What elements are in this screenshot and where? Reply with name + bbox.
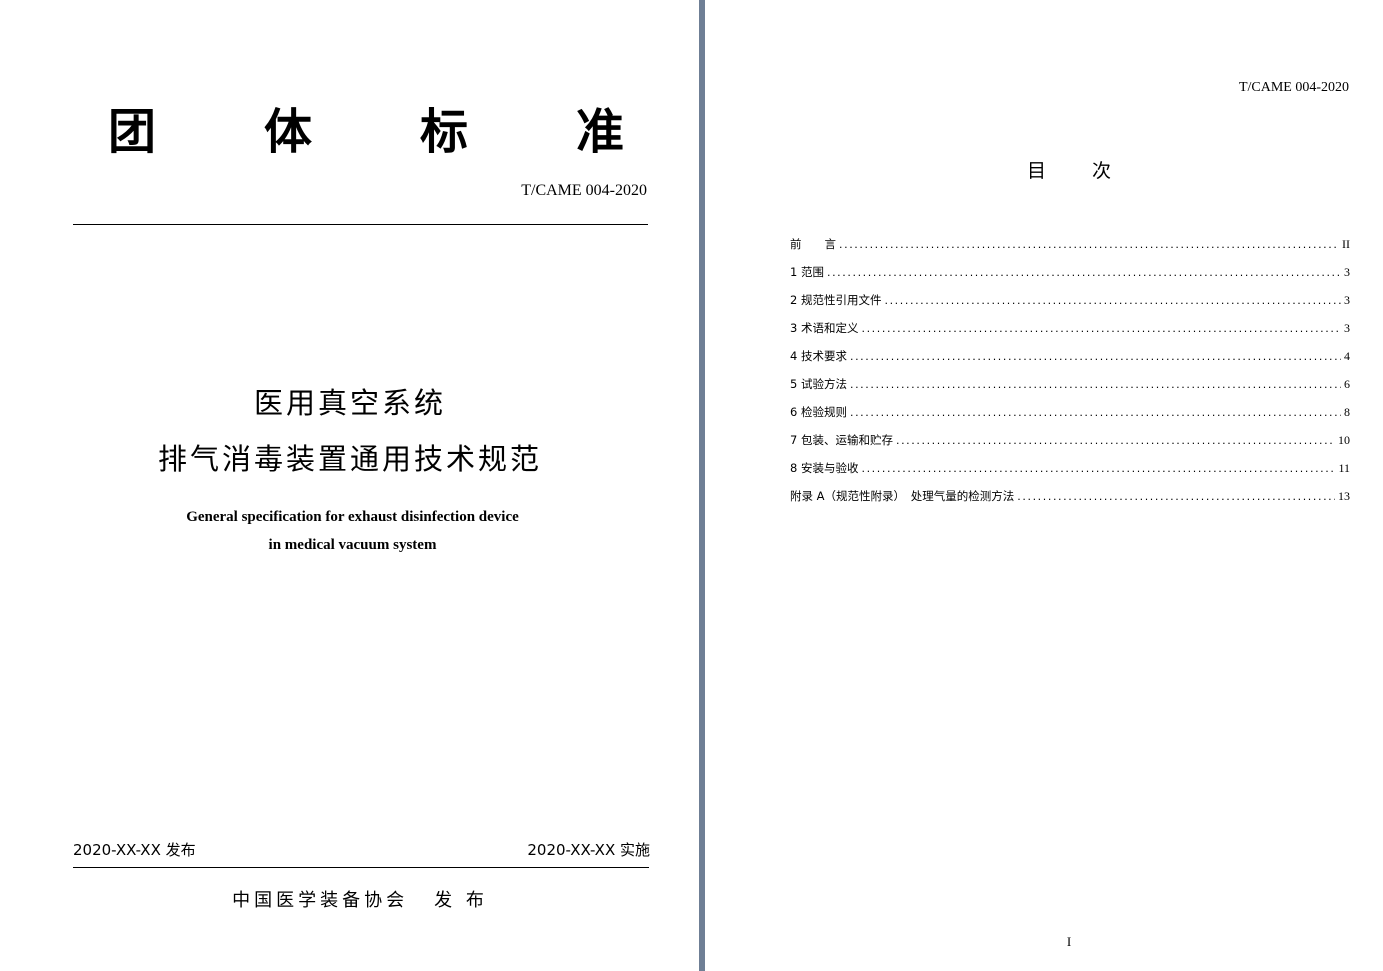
title-char: 团	[107, 104, 156, 160]
title-char: 准	[575, 104, 624, 160]
toc-entry-label: 3 术语和定义	[790, 321, 859, 335]
toc-leader-dots: ........................................…	[839, 238, 1339, 251]
toc-leader-dots: ........................................…	[826, 266, 1341, 279]
publisher-action: 发 布	[434, 890, 488, 911]
toc-entry-inspection-rules[interactable]: 6 检验规则 .................................…	[790, 402, 1350, 430]
toc-entry-label: 前 言	[790, 237, 836, 251]
chinese-title-line-1: 医用真空系统	[253, 386, 446, 420]
toc-leader-dots: ........................................…	[895, 434, 1335, 447]
toc-title: 目次	[705, 156, 1383, 183]
toc-entry-installation[interactable]: 8 安装与验收 ................................…	[790, 458, 1350, 486]
toc-entry-page: 3	[1344, 321, 1350, 335]
page-number: I	[1066, 934, 1072, 949]
bottom-divider	[73, 867, 649, 868]
toc-entry-technical-requirements[interactable]: 4 技术要求 .................................…	[790, 346, 1350, 374]
toc-entry-label: 4 技术要求	[790, 349, 847, 363]
toc-entry-page: 3	[1344, 265, 1350, 279]
toc-leader-dots: ........................................…	[849, 350, 1341, 363]
header-standard-number: T/CAME 004-2020	[1238, 80, 1349, 95]
top-divider	[73, 224, 648, 225]
toc-leader-dots: ........................................…	[884, 294, 1341, 307]
toc-title-part: 目	[1026, 160, 1046, 182]
toc-entry-label: 1 范围	[790, 265, 824, 279]
toc-list: 前 言 ....................................…	[790, 234, 1350, 514]
toc-entry-appendix-a[interactable]: 附录 A（规范性附录） 处理气量的检测方法 ..................…	[790, 486, 1350, 514]
standard-number: T/CAME 004-2020	[521, 182, 647, 199]
effective-date: 2020-XX-XX 实施	[527, 841, 650, 859]
toc-leader-dots: ........................................…	[861, 322, 1341, 335]
english-title-line-2: in medical vacuum system	[268, 537, 437, 553]
toc-entry-label: 附录 A（规范性附录） 处理气量的检测方法	[790, 489, 1015, 503]
toc-entry-page: 8	[1344, 405, 1350, 419]
table-of-contents-page: T/CAME 004-2020 目次 前 言 .................…	[705, 0, 1383, 971]
toc-leader-dots: ........................................…	[849, 378, 1341, 391]
toc-entry-label: 6 检验规则	[790, 405, 847, 419]
toc-entry-page: 11	[1338, 461, 1350, 475]
english-title-line-1: General specification for exhaust disinf…	[186, 509, 519, 525]
toc-entry-page: 4	[1344, 349, 1350, 363]
document-type-title: 团 体 标 准	[106, 100, 626, 164]
toc-entry-page: 10	[1338, 433, 1350, 447]
toc-entry-label: 2 规范性引用文件	[790, 293, 882, 307]
toc-entry-page: 3	[1344, 293, 1350, 307]
cover-page: 团 体 标 准 T/CAME 004-2020 医用真空系统 排气消毒装置通用技…	[0, 0, 700, 971]
toc-entry-label: 7 包装、运输和贮存	[790, 433, 893, 447]
publish-date: 2020-XX-XX 发布	[73, 841, 196, 859]
toc-entry-foreword[interactable]: 前 言 ....................................…	[790, 234, 1350, 262]
toc-entry-test-methods[interactable]: 5 试验方法 .................................…	[790, 374, 1350, 402]
toc-title-part: 次	[1092, 160, 1112, 182]
toc-entry-terms[interactable]: 3 术语和定义 ................................…	[790, 318, 1350, 346]
chinese-title-line-2: 排气消毒装置通用技术规范	[157, 442, 542, 476]
toc-entry-label: 8 安装与验收	[790, 461, 859, 475]
toc-entry-page: 6	[1344, 377, 1350, 391]
toc-entry-scope[interactable]: 1 范围 ...................................…	[790, 262, 1350, 290]
toc-entry-label: 5 试验方法	[790, 377, 847, 391]
toc-entry-packaging[interactable]: 7 包装、运输和贮存 .............................…	[790, 430, 1350, 458]
toc-entry-normative-references[interactable]: 2 规范性引用文件 ..............................…	[790, 290, 1350, 318]
toc-entry-page: II	[1342, 237, 1350, 251]
title-char: 体	[263, 104, 312, 160]
title-char: 标	[419, 104, 468, 160]
publisher-line: 中国医学装备协会 发 布	[0, 886, 720, 912]
publisher-name: 中国医学装备协会	[232, 890, 409, 911]
toc-leader-dots: ........................................…	[861, 462, 1336, 475]
toc-entry-page: 13	[1338, 489, 1350, 503]
toc-leader-dots: ........................................…	[1017, 490, 1335, 503]
toc-leader-dots: ........................................…	[849, 406, 1341, 419]
